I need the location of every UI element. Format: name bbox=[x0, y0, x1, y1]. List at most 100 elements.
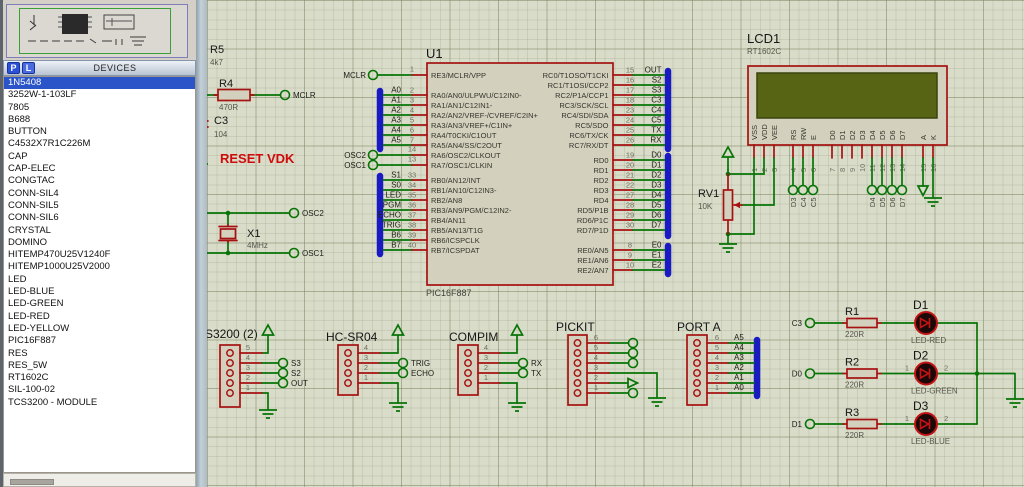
lcd-pin[interactable]: D3 10 bbox=[858, 130, 867, 172]
device-list-scrollbar[interactable] bbox=[3, 473, 196, 487]
connector-porta[interactable]: PORT A 6 A5 5 A4 4 A3 3 A2 2 A1 1 A0 bbox=[677, 320, 761, 406]
svg-text:RA6/OSC2/CLKOUT: RA6/OSC2/CLKOUT bbox=[431, 151, 501, 160]
device-list-item[interactable]: C4532X7R1C226M bbox=[4, 138, 195, 150]
overview-thumbnail bbox=[19, 8, 171, 54]
device-list-item[interactable]: RT1602C bbox=[4, 372, 195, 384]
device-list-item[interactable]: DOMINO bbox=[4, 237, 195, 249]
potentiometer-rv1[interactable]: RV1 10K bbox=[698, 173, 743, 235]
osc1-terminal[interactable] bbox=[288, 247, 300, 259]
device-list-item[interactable]: PIC16F887 bbox=[4, 335, 195, 347]
led-icon[interactable] bbox=[914, 412, 938, 436]
lcd-pin[interactable]: D0 7 bbox=[828, 130, 837, 172]
led-icon[interactable] bbox=[914, 361, 938, 386]
led-row[interactable]: C3 R1 220R D1 LED-RED bbox=[792, 298, 978, 345]
schematic-canvas[interactable]: R5 4k7 R4 470R C3 104 2 1 RESET bbox=[207, 0, 1024, 487]
ground-icon[interactable] bbox=[647, 397, 667, 407]
device-list-item[interactable]: B688 bbox=[4, 114, 195, 126]
connector-compim[interactable]: COMPIM 4 3 RX 2 TX 1 bbox=[449, 324, 543, 412]
device-list-item[interactable]: LED bbox=[4, 274, 195, 286]
device-list-item[interactable]: CAP bbox=[4, 151, 195, 163]
lcd1-rt1602c[interactable]: LCD1 RT1602C VSS 1 VDD 2 VEE 3 RS 4 RW 5… bbox=[698, 31, 948, 253]
device-list-item[interactable]: RES bbox=[4, 348, 195, 360]
ground-icon[interactable] bbox=[388, 402, 408, 412]
ground-icon[interactable] bbox=[207, 163, 209, 173]
library-button[interactable]: L bbox=[22, 62, 35, 74]
mclr-terminal[interactable] bbox=[279, 89, 291, 101]
capacitor-c3[interactable]: C3 104 bbox=[207, 115, 228, 139]
power-down-terminal-icon[interactable] bbox=[916, 185, 930, 198]
osc2-terminal-label: OSC2 bbox=[302, 209, 324, 218]
u1-pic16f887[interactable]: U1 PIC16F887 MCLR 1 RE3/MCLR/VPP OSC2 14… bbox=[343, 46, 672, 298]
svg-text:C3: C3 bbox=[792, 319, 803, 328]
device-list-item[interactable]: CONGTAC bbox=[4, 175, 195, 187]
device-list-item[interactable]: CONN-SIL5 bbox=[4, 200, 195, 212]
svg-text:RA3/AN3/VREF+/C1IN+: RA3/AN3/VREF+/C1IN+ bbox=[431, 121, 513, 130]
device-list-item[interactable]: BUTTON bbox=[4, 126, 195, 138]
terminal[interactable] bbox=[627, 337, 639, 349]
svg-text:D2: D2 bbox=[651, 171, 662, 180]
scrollbar-thumb[interactable] bbox=[10, 479, 54, 485]
power-terminal-icon[interactable] bbox=[721, 146, 735, 172]
device-list-item[interactable]: 3252W-1-103LF bbox=[4, 89, 195, 101]
svg-text:A5: A5 bbox=[391, 136, 401, 145]
led-row[interactable]: D0 R2 220R D2 LED-GREEN 1 2 bbox=[792, 349, 978, 396]
lcd-terminal[interactable]: C5 bbox=[807, 157, 819, 207]
device-list-item[interactable]: CONN-SIL4 bbox=[4, 188, 195, 200]
device-list-item[interactable]: 7805 bbox=[4, 102, 195, 114]
svg-text:PICKIT: PICKIT bbox=[556, 320, 595, 334]
device-list-item[interactable]: HITEMP470U25V1240F bbox=[4, 249, 195, 261]
lcd-pin[interactable]: D1 8 bbox=[838, 130, 847, 172]
svg-text:D6: D6 bbox=[888, 130, 897, 140]
r4-ref: R4 bbox=[219, 78, 233, 90]
oscillator-section[interactable]: C1 15pF C2 15pF X1 4MHz OSC2 OSC1 bbox=[207, 192, 324, 276]
resistor-r5[interactable]: R5 4k7 bbox=[207, 39, 224, 83]
ground-icon[interactable] bbox=[923, 197, 943, 207]
power-terminal-icon[interactable] bbox=[261, 324, 275, 350]
pick-devices-button[interactable]: P bbox=[7, 62, 20, 74]
svg-text:RB1/AN10/C12IN3-: RB1/AN10/C12IN3- bbox=[431, 186, 497, 195]
svg-text:D0: D0 bbox=[792, 370, 803, 379]
lcd-pin[interactable]: D2 9 bbox=[848, 130, 857, 172]
svg-text:4: 4 bbox=[715, 353, 719, 362]
device-list-item[interactable]: TCS3200 - MODULE bbox=[4, 397, 195, 409]
svg-text:2: 2 bbox=[364, 363, 368, 372]
overview-panel[interactable] bbox=[6, 4, 188, 58]
device-list-item[interactable]: LED-BLUE bbox=[4, 286, 195, 298]
device-list-item[interactable]: 1N5408 bbox=[4, 77, 195, 90]
device-list-item[interactable]: HITEMP1000U25V2000 bbox=[4, 261, 195, 273]
device-list-item[interactable]: CAP-ELEC bbox=[4, 163, 195, 175]
osc2-terminal[interactable] bbox=[288, 207, 300, 219]
connector-hcsr04[interactable]: HC-SR04 4 3 TRIG 2 ECHO 1 bbox=[326, 324, 434, 412]
device-list-item[interactable]: LED-RED bbox=[4, 311, 195, 323]
svg-text:1: 1 bbox=[364, 373, 368, 382]
resistor-r4[interactable]: R4 470R bbox=[213, 78, 255, 112]
led-row[interactable]: D1 R3 220R D3 LED-BLUE 1 2 bbox=[792, 399, 978, 446]
ground-icon[interactable] bbox=[507, 402, 527, 412]
reset-section[interactable]: R5 4k7 R4 470R C3 104 2 1 RESET bbox=[207, 13, 316, 173]
svg-text:3: 3 bbox=[594, 363, 598, 372]
panel-divider[interactable] bbox=[196, 0, 207, 487]
lcd-terminal[interactable]: D3 bbox=[787, 157, 799, 207]
ground-icon[interactable] bbox=[718, 243, 738, 253]
ground-icon[interactable] bbox=[258, 409, 278, 419]
lcd-terminal[interactable]: C4 bbox=[797, 157, 809, 207]
connector-tcs3200-2[interactable]: TCS3200 (2) 5 4 bbox=[207, 324, 308, 419]
led-icon[interactable] bbox=[914, 311, 938, 335]
led-section[interactable]: C3 R1 220R D1 LED-RED D0 R2 220R D2 LED-… bbox=[792, 298, 1024, 446]
power-terminal-icon[interactable] bbox=[391, 324, 405, 350]
ground-icon[interactable] bbox=[1005, 398, 1024, 408]
svg-text:E: E bbox=[809, 135, 818, 140]
device-list-item[interactable]: LED-YELLOW bbox=[4, 323, 195, 335]
device-list-item[interactable]: LED-GREEN bbox=[4, 298, 195, 310]
terminal[interactable] bbox=[627, 357, 639, 369]
terminal[interactable] bbox=[627, 387, 639, 399]
connector-pickit[interactable]: PICKIT 6 5 4 3 2 1 bbox=[556, 320, 667, 407]
power-terminal-icon[interactable] bbox=[510, 324, 524, 350]
device-list-item[interactable]: SIL-100-02 bbox=[4, 384, 195, 396]
input-terminal-icon[interactable] bbox=[627, 377, 640, 389]
terminal[interactable] bbox=[627, 347, 639, 359]
crystal-x1[interactable]: X1 4MHz bbox=[218, 224, 268, 250]
device-list-item[interactable]: CONN-SIL6 bbox=[4, 212, 195, 224]
device-list-item[interactable]: CRYSTAL bbox=[4, 225, 195, 237]
device-list-item[interactable]: RES_5W bbox=[4, 360, 195, 372]
